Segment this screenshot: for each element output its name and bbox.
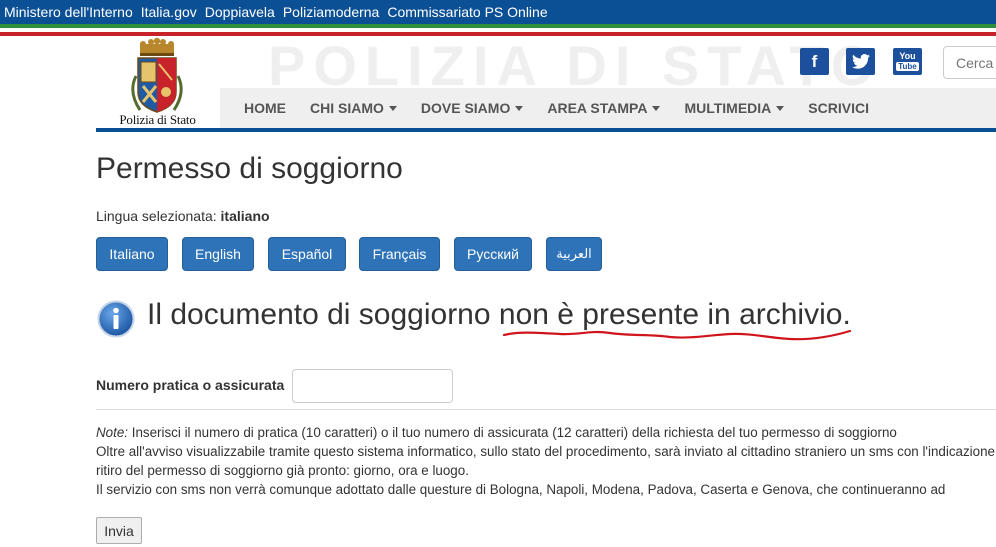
pratica-number-input[interactable]	[292, 369, 453, 403]
facebook-icon: f	[811, 51, 818, 71]
youtube-button[interactable]: You Tube	[893, 48, 922, 75]
topbar-link-italia-gov[interactable]: Italia.gov	[141, 4, 197, 20]
info-icon	[97, 300, 135, 338]
youtube-icon-label-bottom: Tube	[896, 62, 919, 71]
selected-language-value: italiano	[220, 208, 270, 224]
police-emblem-icon	[131, 37, 183, 113]
lang-button-russkiy[interactable]: Русский	[454, 237, 532, 271]
topbar-link-ministero[interactable]: Ministero dell'Interno	[4, 4, 133, 20]
facebook-button[interactable]: f	[800, 48, 829, 75]
selected-language-prefix: Lingua selezionata:	[96, 208, 221, 224]
nav-item-home[interactable]: HOME	[244, 100, 286, 116]
topbar-link-commissariato[interactable]: Commissariato PS Online	[387, 4, 547, 20]
topbar-link-poliziamoderna[interactable]: Poliziamoderna	[283, 4, 380, 20]
pratica-field-label: Numero pratica o assicurata	[96, 377, 285, 393]
nav-item-dove-siamo[interactable]: DOVE SIAMO	[421, 100, 524, 116]
lang-button-francais[interactable]: Français	[359, 237, 440, 271]
nav-item-scrivici[interactable]: SCRIVICI	[808, 100, 869, 116]
nav-item-area-stampa[interactable]: AREA STAMPA	[547, 100, 661, 116]
status-message-part-a: Il documento di soggiorno	[147, 298, 499, 331]
topbar-link-doppiavela[interactable]: Doppiavela	[205, 4, 275, 20]
site-watermark: POLIZIA DI STATO	[268, 34, 883, 97]
notes-line-4: Il servizio con sms non verrà comunque a…	[96, 482, 946, 497]
nav-item-multimedia[interactable]: MULTIMEDIA	[684, 100, 785, 116]
top-gov-bar: Ministero dell'Interno Italia.gov Doppia…	[0, 0, 996, 24]
header-bottom-border	[96, 128, 996, 132]
caret-down-icon	[652, 105, 661, 111]
selected-language-line: Lingua selezionata: italiano	[96, 208, 270, 224]
logo-caption: Polizia di Stato	[119, 112, 196, 127]
notes-line-1: Note: Inserisci il numero di pratica (10…	[96, 425, 897, 440]
lang-button-italiano[interactable]: Italiano	[96, 237, 168, 271]
main-nav: HOME CHI SIAMO DOVE SIAMO AREA STAMPA MU…	[220, 88, 996, 128]
search-input[interactable]	[943, 46, 996, 79]
caret-down-icon	[515, 105, 524, 111]
twitter-icon	[851, 54, 870, 69]
caret-down-icon	[388, 105, 397, 111]
lang-button-arabic[interactable]: العربية	[546, 237, 602, 271]
form-divider	[96, 409, 996, 410]
notes-label: Note:	[96, 425, 129, 440]
site-logo[interactable]: Polizia di Stato	[96, 36, 219, 131]
lang-button-espanol[interactable]: Español	[268, 237, 346, 271]
page-title: Permesso di soggiorno	[96, 152, 403, 185]
submit-button[interactable]: Invia	[96, 517, 142, 544]
lang-button-english[interactable]: English	[182, 237, 254, 271]
caret-down-icon	[776, 105, 785, 111]
youtube-icon-label-top: You	[899, 51, 916, 61]
notes-block: Note: Inserisci il numero di pratica (10…	[96, 423, 996, 499]
red-underline-annotation	[502, 329, 852, 341]
notes-line-2: Oltre all'avviso visualizzabile tramite …	[96, 444, 995, 459]
notes-line-3: ritiro del permesso di soggiorno già pro…	[96, 463, 469, 478]
nav-item-chi-siamo[interactable]: CHI SIAMO	[310, 100, 397, 116]
twitter-button[interactable]	[846, 48, 875, 75]
